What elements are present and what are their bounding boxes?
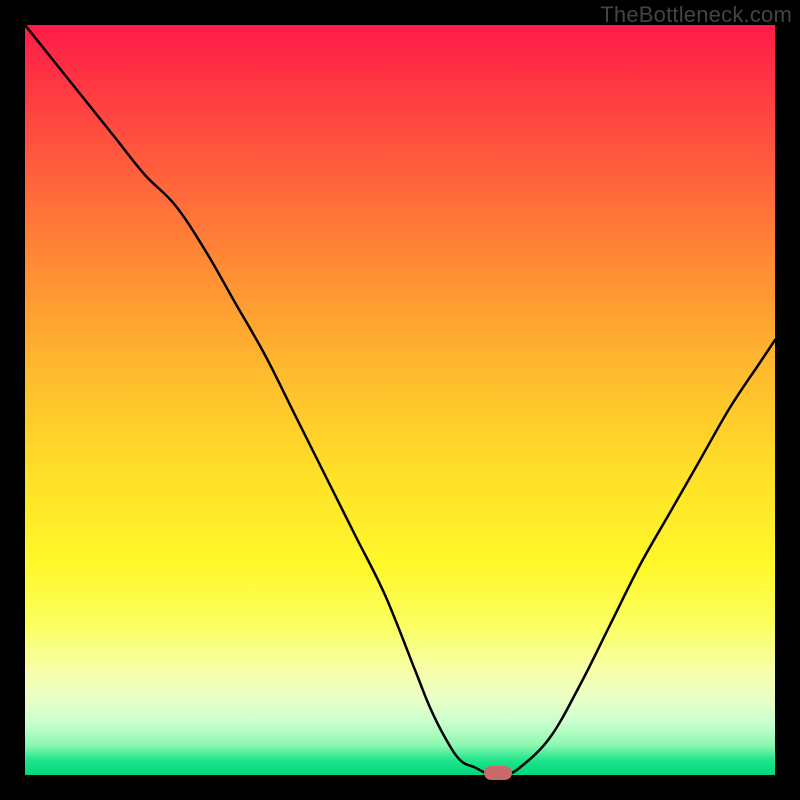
chart-container: TheBottleneck.com [0, 0, 800, 800]
chart-background-gradient [25, 25, 775, 775]
plot-area [25, 25, 775, 775]
